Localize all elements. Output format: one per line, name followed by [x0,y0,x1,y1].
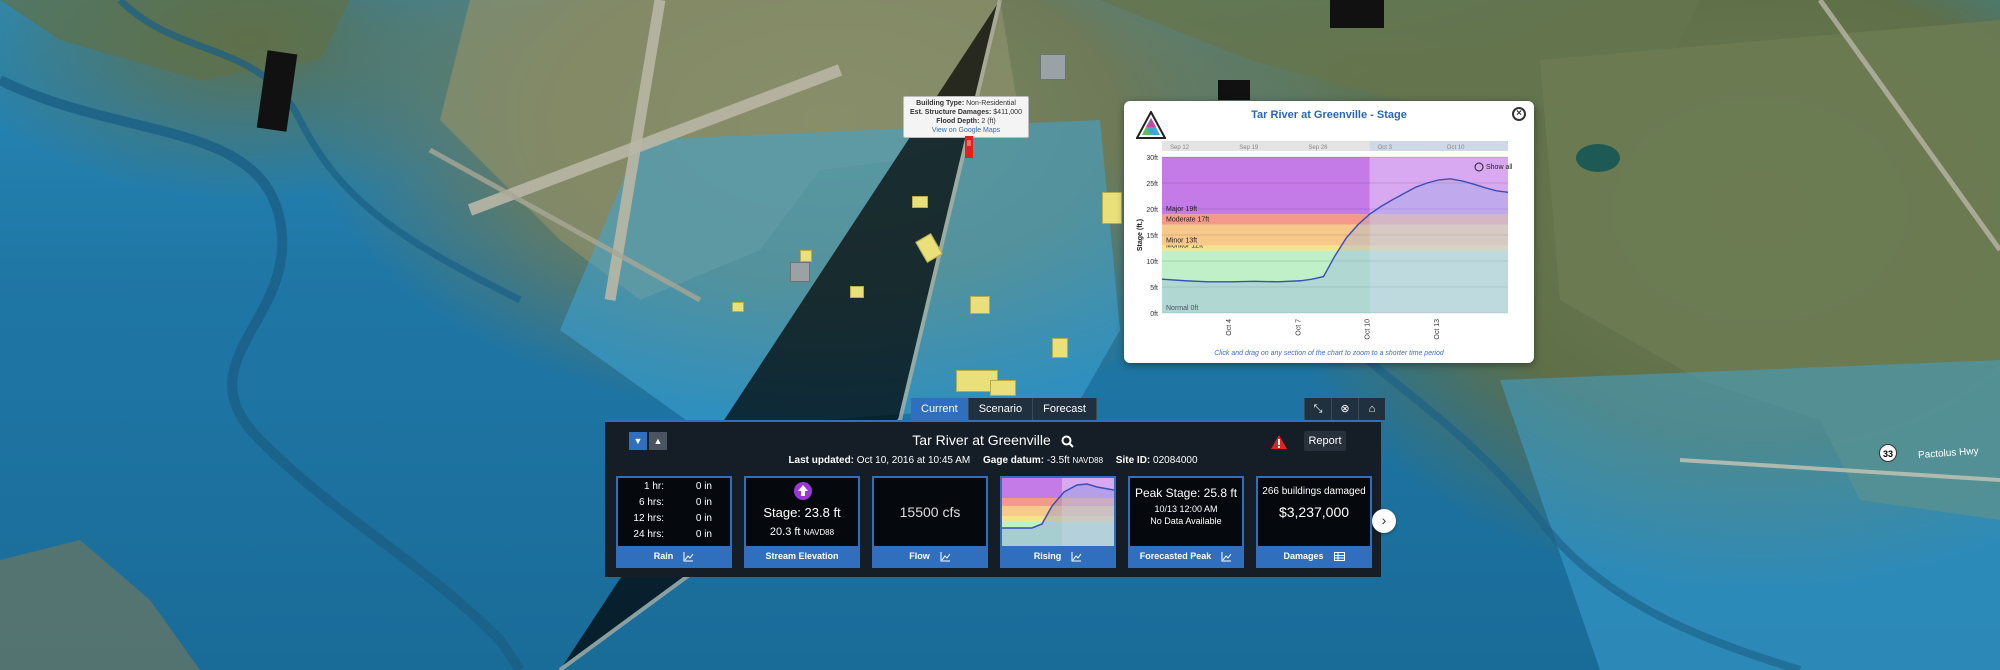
trend-card[interactable]: Rising [1000,476,1116,568]
close-panel-icon[interactable]: ⊗ [1331,398,1358,420]
building [790,262,810,282]
search-icon[interactable] [1061,435,1074,448]
building [1102,192,1122,224]
google-maps-link[interactable]: View on Google Maps [907,126,1025,135]
building [850,286,864,298]
building-tooltip: Building Type: Non-Residential Est. Stru… [903,96,1029,138]
band-label: Major 19ft [1166,206,1197,213]
line-chart-icon [1221,551,1232,562]
arrow-up-icon [794,482,812,500]
rain-values: 1 hr: 0 in 6 hrs: 0 in 12 hrs: 0 in 24 hrs:… [633,481,712,540]
y-tick-label: 15ft [1146,233,1158,240]
stream-elevation-card[interactable]: Stage: 23.8 ft 20.3 ft NAVD88 Stream Ele… [744,476,860,568]
y-tick-label: 5ft [1150,285,1158,292]
mini-stage-chart [1002,478,1115,546]
next-card-button[interactable]: › [1372,509,1396,533]
navigator-tick: Sep 26 [1308,145,1328,151]
peak-footer[interactable]: Forecasted Peak [1130,546,1242,566]
chart-popup-title: Tar River at Greenville - Stage [1251,109,1407,121]
tooltip-damages: Est. Structure Damages: $411,000 [910,109,1022,116]
trend-footer[interactable]: Rising [1002,546,1114,566]
rain-card[interactable]: 1 hr: 0 in 6 hrs: 0 in 12 hrs: 0 in 24 hrs:… [616,476,732,568]
building [732,302,744,312]
tab-scenario[interactable]: Scenario [968,398,1034,420]
report-button[interactable]: Report [1304,431,1346,451]
building [970,296,990,314]
flow-value: 15500 cfs [899,504,961,520]
table-icon [1333,552,1345,562]
y-tick-label: 25ft [1146,181,1158,188]
navigator-tick: Sep 19 [1239,145,1259,151]
last-updated: Oct 10, 2016 at 10:45 AM [856,455,971,466]
x-tick-label: Oct 13 [1434,319,1441,340]
x-tick-label: Oct 4 [1226,319,1233,336]
peak-date: 10/13 12:00 AM [1154,504,1218,514]
tooltip-depth: Flood Depth: 2 (ft) [936,118,996,125]
x-tick-label: Oct 7 [1295,319,1302,336]
panel-controls: ⤡ ⊗ ⌂ [1304,398,1385,420]
navigator-tick: Oct 3 [1378,145,1393,151]
tab-forecast[interactable]: Forecast [1033,398,1097,420]
tooltip-building-type: Building Type: Non-Residential [916,100,1016,107]
flow-footer[interactable]: Flow [874,546,986,566]
station-meta: Last updated: Oct 10, 2016 at 10:45 AM G… [788,455,1198,466]
flow-card[interactable]: 15500 cfs Flow [872,476,988,568]
building [912,196,928,208]
collapse-icon[interactable]: ⤡ [1304,398,1331,420]
line-chart-icon [940,551,951,562]
navigator-tick: Oct 10 [1447,145,1465,151]
trend-mini-chart [1002,478,1115,548]
line-chart-icon [1071,551,1082,562]
stage-chart-popup: Tar River at Greenville - Stage × Sep 12… [1124,101,1534,363]
close-icon[interactable]: × [1512,107,1526,121]
peak-note: No Data Available [1150,516,1222,526]
home-icon[interactable]: ⌂ [1358,398,1385,420]
y-tick-label: 10ft [1146,259,1158,266]
damages-footer[interactable]: Damages [1258,546,1370,566]
tab-current[interactable]: Current [911,398,969,420]
y-tick-label: 0ft [1150,311,1158,318]
show-all-button[interactable]: Show all [1486,164,1513,171]
y-tick-label: 20ft [1146,207,1158,214]
peak-stage: Peak Stage: 25.8 ft [1134,486,1238,500]
building [800,250,812,262]
stream-values: Stage: 23.8 ft 20.3 ft NAVD88 [746,478,858,548]
band-label: Minor 13ft [1166,237,1197,244]
damages-amount: $3,237,000 [1278,504,1350,520]
forecasted-peak-card[interactable]: Peak Stage: 25.8 ft 10/13 12:00 AM No Da… [1128,476,1244,568]
y-axis-label: Stage (ft.) [1137,219,1144,251]
peak-values: Peak Stage: 25.8 ft 10/13 12:00 AM No Da… [1130,478,1242,548]
highway-shield: 33 [1879,444,1897,462]
navigator-tick: Sep 12 [1170,145,1190,151]
buildings-damaged: 266 buildings damaged [1262,486,1366,497]
line-chart-icon [683,551,694,562]
stream-footer[interactable]: Stream Elevation [746,546,858,566]
gage-datum: -3.5ft [1046,455,1070,466]
band-label: Moderate 17ft [1166,217,1209,224]
map-marker-icon[interactable] [963,136,975,160]
stage-value: Stage: 23.8 ft [763,505,841,520]
warning-icon[interactable] [1271,435,1287,449]
stage-chart[interactable]: Sep 12Sep 19Sep 26Oct 3Oct 10Normal 0ftM… [1132,137,1526,347]
chart-hint: Click and drag on any section of the cha… [1214,350,1444,357]
x-tick-label: Oct 10 [1365,319,1372,340]
station-name: Tar River at Greenville [912,432,1051,448]
flow-values: 15500 cfs [874,478,986,548]
y-tick-label: 30ft [1146,155,1158,162]
site-id: 02084000 [1153,455,1198,466]
navd-value: 20.3 ft NAVD88 [769,526,835,538]
panel-tabs: Current Scenario Forecast [911,398,1097,420]
damages-values: 266 buildings damaged $3,237,000 [1258,478,1370,548]
building [990,380,1016,396]
station-title: Tar River at Greenville [605,432,1381,448]
damages-card[interactable]: 266 buildings damaged $3,237,000 Damages [1256,476,1372,568]
rain-footer[interactable]: Rain [618,546,730,566]
building [1040,54,1066,80]
building [1052,338,1068,358]
station-panel: ▼ ▲ Tar River at Greenville Last updated… [605,420,1381,577]
